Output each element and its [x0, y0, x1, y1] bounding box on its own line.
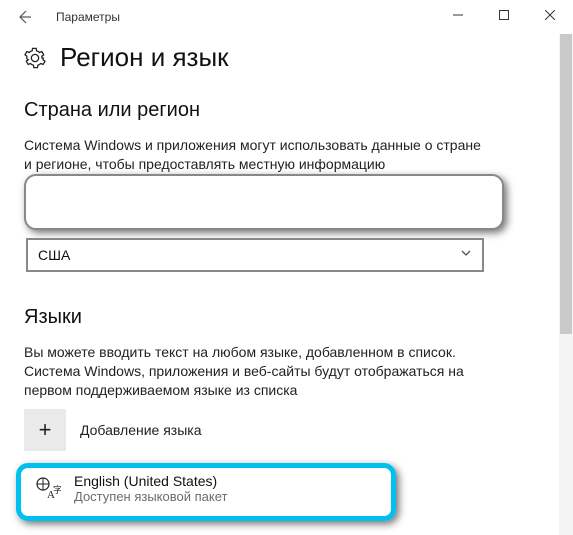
vertical-scrollbar[interactable] — [559, 34, 573, 535]
back-button[interactable] — [10, 3, 38, 31]
content-area: Регион и язык Страна или регион Система … — [0, 34, 573, 535]
chevron-down-icon — [460, 246, 472, 264]
languages-heading: Языки — [24, 306, 549, 329]
scrollbar-thumb[interactable] — [560, 34, 572, 334]
region-dropdown[interactable]: США — [26, 238, 484, 272]
titlebar: Параметры — [0, 0, 573, 34]
add-language-label: Добавление языка — [80, 422, 202, 438]
settings-window: Параметры Регион и язык Страна или регио… — [0, 0, 573, 535]
language-texts: English (United States) Доступен языково… — [74, 473, 227, 504]
gear-icon — [24, 47, 46, 69]
region-heading: Страна или регион — [24, 99, 549, 122]
page-header: Регион и язык — [24, 42, 549, 73]
language-item[interactable]: A 字 English (United States) Доступен язы… — [24, 469, 380, 508]
languages-description: Вы можете вводить текст на любом языке, … — [24, 343, 484, 400]
region-combo-wrap: США — [18, 182, 498, 272]
close-button[interactable] — [527, 0, 573, 30]
minimize-button[interactable] — [435, 0, 481, 30]
maximize-button[interactable] — [481, 0, 527, 30]
close-icon — [545, 10, 555, 20]
language-item-wrap: A 字 English (United States) Доступен язы… — [18, 469, 398, 508]
window-controls — [435, 0, 573, 30]
back-arrow-icon — [16, 9, 32, 25]
minimize-icon — [453, 10, 463, 20]
svg-text:字: 字 — [53, 484, 61, 495]
add-language-button[interactable]: + Добавление языка — [24, 409, 549, 451]
window-title: Параметры — [56, 10, 120, 24]
language-name: English (United States) — [74, 473, 227, 489]
maximize-icon — [499, 10, 509, 20]
region-selected-value: США — [38, 247, 460, 263]
plus-icon: + — [39, 417, 52, 443]
add-language-box: + — [24, 409, 66, 451]
page-title: Регион и язык — [60, 42, 229, 73]
highlight-region — [24, 174, 504, 230]
language-subtext: Доступен языковой пакет — [74, 489, 227, 504]
language-icon: A 字 — [34, 475, 62, 503]
region-description: Система Windows и приложения могут испол… — [24, 136, 484, 174]
